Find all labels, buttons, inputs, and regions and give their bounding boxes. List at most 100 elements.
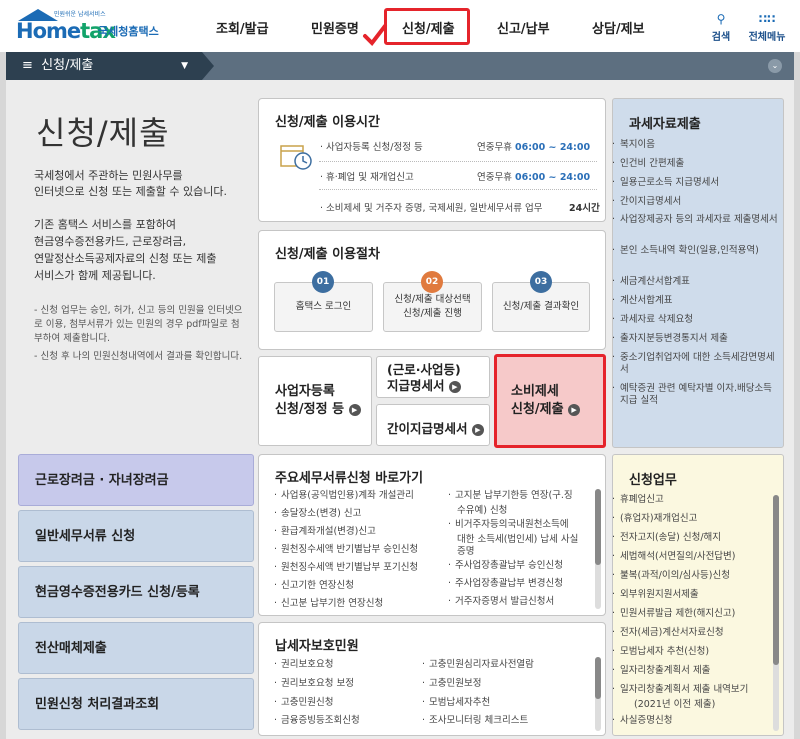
tax-data-item[interactable]: 계산서합계표 — [612, 295, 780, 307]
result-inquiry-button[interactable]: 민원신청 처리결과조회 — [18, 678, 254, 730]
search-button[interactable]: ⚲ 검색 — [701, 12, 741, 43]
hours-title: 신청/제출 이용시간 — [275, 115, 380, 130]
nav-consult[interactable]: 상담/제보 — [592, 18, 645, 37]
scrollbar-thumb[interactable] — [595, 489, 601, 565]
protection-link[interactable]: 조사모니터링 체크리스트 — [422, 715, 528, 727]
protection-link[interactable]: 금융증빙등조회신청 — [274, 715, 360, 727]
protection-link[interactable]: 권리보호요청 — [274, 659, 333, 671]
major-doc-link-cont[interactable]: 대한 소득세(법인세) 납세 사실 — [457, 531, 578, 545]
hours-row-label: · 소비제세 및 거주자 증명, 국제세원, 일반세무서류 업무 — [320, 203, 543, 214]
protection-link[interactable]: 고충민원보정 — [422, 678, 481, 690]
major-doc-link[interactable]: 신고기한 연장신청 — [274, 580, 354, 592]
protection-link[interactable]: 고충민원심리자료사전열람 — [422, 659, 534, 671]
arrow-right-icon: ▶ — [348, 403, 361, 416]
hometax-logo[interactable]: 민원쉬운 납세서비스 Hometax 국세청홈택스 — [16, 9, 166, 43]
apply-work-item[interactable]: 사실증명신청 — [612, 715, 780, 727]
protection-link[interactable]: 고충민원신청 — [274, 697, 333, 709]
check-mark-icon — [363, 24, 387, 47]
tax-data-item[interactable]: 간이지급명세서 — [612, 196, 780, 208]
simple-payment-statement-button[interactable]: 간이지급명세서 ▶ — [376, 404, 490, 446]
chevron-down-icon[interactable]: ⌄ — [768, 59, 782, 73]
apply-work-item[interactable]: 휴폐업신고 — [612, 494, 780, 506]
step-number: 01 — [312, 271, 334, 293]
tax-data-item[interactable]: 세금계산서합계표 — [612, 276, 780, 288]
major-doc-link[interactable]: 주사업장총괄납부 변경신청 — [448, 578, 563, 590]
section-dropdown[interactable]: ≡ 신청/제출 ▼ — [6, 52, 214, 80]
hours-row-label: · 휴·폐업 및 재개업신고 — [320, 172, 414, 183]
grid-menu-icon: ∷∷ — [758, 12, 776, 26]
major-doc-link[interactable]: 고지분 납부기한등 연장(구.징 — [448, 490, 573, 502]
apply-work-item[interactable]: 세법해석(서면질의/사전답변) — [612, 551, 780, 563]
all-menu-label: 전체메뉴 — [748, 32, 786, 43]
step-number: 02 — [421, 271, 443, 293]
tax-data-item[interactable]: 중소기업취업자에 대한 소득세감면명세서 — [612, 352, 780, 376]
major-doc-link[interactable]: 원천징수세액 반기별납부 포기신청 — [274, 562, 418, 574]
payment-statement-button[interactable]: (근로·사업등) 지급명세서 ▶ — [376, 356, 490, 398]
tax-data-item[interactable]: 과세자료 삭제요청 — [612, 314, 780, 326]
intro-line: 서비스가 함께 제공됩니다. — [34, 269, 156, 282]
protection-link[interactable]: 권리보호요청 보정 — [274, 678, 354, 690]
apply-work-item[interactable]: 전자고지(송달) 신청/해지 — [612, 532, 780, 544]
apply-work-item[interactable]: 외부위원지원서제출 — [612, 589, 780, 601]
electronic-media-submit-button[interactable]: 전산매체제출 — [18, 622, 254, 674]
apply-work-item[interactable]: 일자리창출계획서 제출 내역보기 — [612, 684, 780, 696]
hours-row-time: 연중무휴 06:00 ~ 24:00 — [477, 142, 591, 153]
tax-data-item[interactable]: 본인 소득내역 확인(일용,인적용역) — [612, 245, 780, 257]
tax-data-item[interactable]: 예탁증권 관련 예탁자별 이자.배당소득 지급 실적 — [612, 383, 780, 407]
apply-work-item[interactable]: 불복(과적/이의/심사등)신청 — [612, 570, 780, 582]
tax-data-item[interactable]: 복지이음 — [612, 139, 780, 151]
major-doc-link[interactable]: 사업용(공익법인용)계좌 개설관리 — [274, 490, 414, 502]
page-title: 신청/제출 — [36, 114, 170, 152]
section-title: 신청/제출 — [41, 58, 94, 73]
note-line: 로 이용, 첨부서류가 있는 민원의 경우 pdf파일로 첨 — [34, 319, 240, 330]
business-registration-button[interactable]: 사업자등록 신청/정정 등 ▶ — [258, 356, 372, 446]
apply-work-item[interactable]: 모범납세자 추천(신청) — [612, 646, 780, 658]
protection-link[interactable]: 모범납세자추천 — [422, 697, 490, 709]
apply-work-item-cont[interactable]: (2021년 이전 제출) — [634, 696, 715, 710]
nav-certificate[interactable]: 민원증명 — [311, 18, 359, 37]
tax-data-item[interactable]: 사업장제공자 등의 과세자료 제출명세서 — [612, 214, 780, 226]
apply-work-item[interactable]: 민원서류발급 제한(해지신고) — [612, 608, 780, 620]
hamburger-icon: ≡ — [22, 58, 38, 73]
scrollbar-thumb[interactable] — [595, 657, 601, 699]
apply-work-item[interactable]: (휴업자)재개업신고 — [612, 513, 780, 525]
hours-row-time: 연중무휴 06:00 ~ 24:00 — [477, 172, 591, 183]
logo-korean: 국세청홈택스 — [98, 25, 159, 38]
apply-work-item[interactable]: 일자리창출계획서 제출 — [612, 665, 780, 677]
major-doc-link[interactable]: 송달장소(변경) 신고 — [274, 508, 361, 520]
major-doc-link[interactable]: 비거주자등의국내원천소득에 — [448, 519, 569, 531]
apply-work-title: 신청업무 — [629, 473, 677, 488]
arrow-right-icon: ▶ — [471, 423, 484, 436]
major-doc-link-cont[interactable]: 수유예) 신청 — [457, 502, 507, 516]
all-menu-button[interactable]: ∷∷ 전체메뉴 — [745, 12, 789, 43]
cash-receipt-card-button[interactable]: 현금영수증전용카드 신청/등록 — [18, 566, 254, 618]
tax-data-item[interactable]: 출자지분등변경통지서 제출 — [612, 333, 780, 345]
major-doc-link-cont[interactable]: 증명 — [457, 543, 474, 557]
note-line: 부하여 제출합니다. — [34, 333, 110, 344]
apply-work-item[interactable]: 전자(세금)계산서자료신청 — [612, 627, 780, 639]
note-line: - 신청 후 나의 민원신청내역에서 결과를 확인합니다. — [34, 351, 243, 362]
major-doc-link[interactable]: 원천징수세액 반기별납부 승인신청 — [274, 544, 418, 556]
calendar-clock-icon — [280, 145, 312, 170]
consumption-tax-button[interactable]: 소비제세 신청/제출 ▶ — [494, 354, 606, 448]
procedure-title: 신청/제출 이용절차 — [275, 247, 380, 262]
nav-report-pay[interactable]: 신고/납부 — [497, 18, 550, 37]
major-doc-link[interactable]: 환급계좌개설(변경)신고 — [274, 526, 376, 538]
major-doc-link[interactable]: 신고분 납부기한 연장신청 — [274, 598, 383, 610]
note-line: - 신청 업무는 승인, 허가, 신고 등의 민원을 인터넷으 — [34, 305, 243, 316]
arrow-right-icon: ▶ — [568, 403, 581, 416]
tax-data-item[interactable]: 일용근로소득 지급명세서 — [612, 177, 780, 189]
general-tax-document-button[interactable]: 일반세무서류 신청 — [18, 510, 254, 562]
earned-income-credit-button[interactable]: 근로장려금 · 자녀장려금 — [18, 454, 254, 506]
tax-data-item[interactable]: 인건비 간편제출 — [612, 158, 780, 170]
nav-inquiry[interactable]: 조회/발급 — [216, 18, 269, 37]
logo-tagline: 민원쉬운 납세서비스 — [54, 11, 106, 18]
search-label: 검색 — [711, 32, 731, 43]
major-doc-link[interactable]: 거주자증명서 발급신청서 — [448, 596, 554, 608]
nav-apply-submit[interactable]: 신청/제출 — [402, 18, 455, 37]
hours-row-time: 24시간 — [569, 203, 600, 214]
major-doc-link[interactable]: 주사업장총괄납부 승인신청 — [448, 560, 563, 572]
protection-title: 납세자보호민원 — [275, 639, 359, 654]
step-number: 03 — [530, 271, 552, 293]
tax-data-title: 과세자료제출 — [629, 117, 701, 132]
